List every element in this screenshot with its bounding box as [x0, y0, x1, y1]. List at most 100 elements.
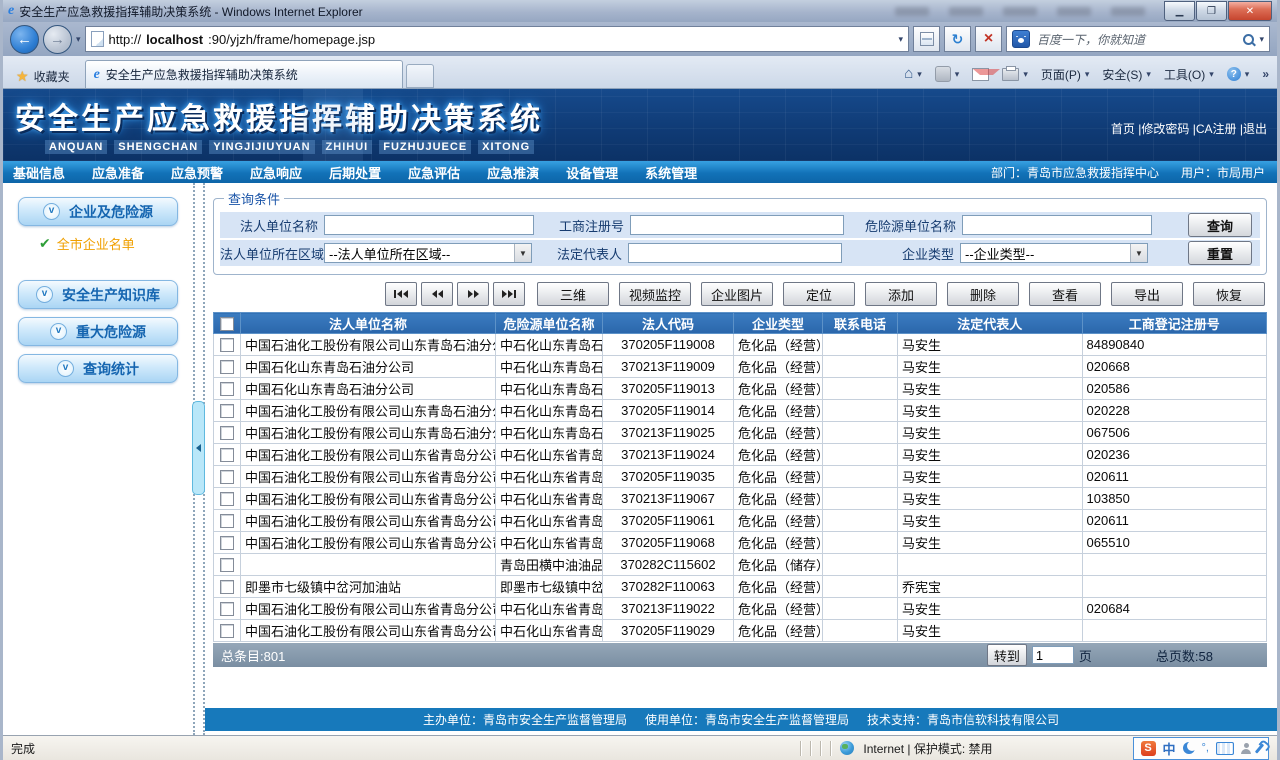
row-checkbox[interactable]: [220, 514, 234, 529]
url-dropdown-icon[interactable]: ▾: [898, 34, 903, 45]
page-number-input[interactable]: [1031, 646, 1074, 664]
feeds-button[interactable]: ▾: [934, 66, 959, 82]
sidebar-item-city-enterprise-list[interactable]: ✔ 全市企业名单: [39, 234, 193, 253]
close-button[interactable]: ✕: [1228, 1, 1272, 21]
table-row: 中国石油化工股份有限公司山东省青岛分公司 中石化山东省青岛分公司第22站 370…: [213, 597, 1267, 620]
reset-button[interactable]: 重置: [1188, 241, 1252, 265]
main-menu-item[interactable]: 后期处置: [329, 163, 381, 182]
pager-next-button[interactable]: [457, 282, 489, 306]
select-all-checkbox[interactable]: [220, 316, 234, 331]
pager-prev-button[interactable]: [421, 282, 453, 306]
print-button[interactable]: ▾: [1002, 65, 1028, 81]
footer-text: 技术支持：青岛市信软科技有限公司: [867, 713, 1060, 727]
ime-mode-toggle[interactable]: 中: [1163, 739, 1176, 758]
action-button[interactable]: 视频监控: [619, 282, 691, 306]
cell-corp-code: 370205F119035: [602, 465, 734, 488]
refresh-button[interactable]: ↻: [944, 26, 971, 52]
search-dropdown-icon[interactable]: ▾: [1259, 34, 1264, 45]
hazard-name-input[interactable]: [962, 215, 1152, 235]
action-button[interactable]: 企业图片: [701, 282, 773, 306]
row-checkbox[interactable]: [220, 338, 234, 353]
main-menu-item[interactable]: 应急准备: [92, 163, 144, 182]
ent-type-select[interactable]: --企业类型-- ▼: [960, 243, 1148, 263]
row-checkbox[interactable]: [220, 602, 234, 617]
action-button[interactable]: 定位: [783, 282, 855, 306]
header-link[interactable]: 退出: [1237, 120, 1267, 137]
fullwidth-toggle-icon[interactable]: [1182, 741, 1197, 754]
home-button[interactable]: ⌂ ▾: [904, 66, 922, 81]
row-checkbox[interactable]: [220, 382, 234, 397]
main-menu-item[interactable]: 基础信息: [13, 163, 65, 182]
safety-menu[interactable]: 安全(S) ▾: [1102, 66, 1151, 83]
region-select[interactable]: --法人单位所在区域-- ▼: [324, 243, 532, 263]
row-checkbox[interactable]: [220, 404, 234, 419]
sidebar-collapse-handle[interactable]: [192, 401, 205, 495]
reg-no-input[interactable]: [630, 215, 844, 235]
header-link[interactable]: 修改密码: [1135, 120, 1189, 137]
active-tab[interactable]: e 安全生产应急救援指挥辅助决策系统: [84, 60, 403, 88]
sidebar-group[interactable]: 查询统计: [18, 354, 178, 383]
main-menu-item[interactable]: 设备管理: [566, 163, 618, 182]
action-button[interactable]: 导出: [1111, 282, 1183, 306]
action-button[interactable]: 添加: [865, 282, 937, 306]
row-checkbox[interactable]: [220, 536, 234, 551]
new-tab-button[interactable]: [405, 64, 434, 88]
total-pages-label: 总页数:58: [1155, 648, 1213, 664]
restore-button[interactable]: ❐: [1196, 1, 1227, 21]
search-button[interactable]: 查询: [1188, 213, 1252, 237]
ime-account-icon[interactable]: [1241, 742, 1251, 754]
sidebar-group-enterprise-hazard[interactable]: 企业及危险源: [18, 197, 178, 226]
action-button[interactable]: 删除: [947, 282, 1019, 306]
soft-keyboard-icon[interactable]: [1216, 741, 1234, 755]
action-button[interactable]: 查看: [1029, 282, 1101, 306]
ime-settings-icon[interactable]: [1254, 742, 1265, 754]
cell-phone: [822, 619, 898, 642]
search-box[interactable]: ▾: [1006, 26, 1270, 52]
page-menu[interactable]: 页面(P) ▾: [1041, 66, 1090, 83]
history-dropdown-icon[interactable]: ▾: [76, 34, 81, 45]
tools-menu[interactable]: 工具(O) ▾: [1164, 66, 1214, 83]
stop-button[interactable]: ×: [975, 26, 1002, 52]
row-checkbox[interactable]: [220, 624, 234, 639]
row-checkbox[interactable]: [220, 492, 234, 507]
main-menu-item[interactable]: 应急响应: [250, 163, 302, 182]
sidebar-group[interactable]: 安全生产知识库: [18, 280, 178, 309]
favorites-button[interactable]: ★ 收藏夹: [7, 64, 79, 88]
sidebar-group[interactable]: 重大危险源: [18, 317, 178, 346]
action-button[interactable]: 三维: [537, 282, 609, 306]
goto-page-button[interactable]: 转到: [986, 644, 1027, 666]
row-checkbox[interactable]: [220, 426, 234, 441]
sogou-icon[interactable]: S: [1140, 740, 1156, 756]
pager-last-button[interactable]: [493, 282, 525, 306]
forward-button[interactable]: →: [43, 24, 72, 54]
header-link[interactable]: CA注册: [1189, 120, 1237, 137]
header-link[interactable]: 首页: [1111, 120, 1135, 137]
help-menu[interactable]: ? ▾: [1226, 67, 1249, 81]
main-menu-item[interactable]: 应急推演: [487, 163, 539, 182]
back-button[interactable]: ←: [10, 24, 39, 54]
hazard-name-label: 危险源单位名称: [864, 218, 956, 234]
cell-corp-name: 中国石油化工股份有限公司山东青岛石油分公司: [240, 421, 496, 444]
search-icon[interactable]: [1243, 33, 1255, 45]
table-row: 中国石油化工股份有限公司山东省青岛分公司 中石化山东省青岛分公司61站 3702…: [213, 509, 1267, 532]
legal-rep-input[interactable]: [628, 243, 842, 263]
search-input[interactable]: [1035, 31, 1239, 47]
toolbar-overflow-button[interactable]: »: [1262, 67, 1269, 81]
action-button[interactable]: 恢复: [1193, 282, 1265, 306]
punctuation-toggle[interactable]: °,: [1202, 742, 1209, 754]
pager-first-button[interactable]: [385, 282, 417, 306]
row-checkbox[interactable]: [220, 558, 234, 573]
minimize-button[interactable]: ▁: [1164, 1, 1195, 21]
row-checkbox[interactable]: [220, 360, 234, 375]
main-menu-item[interactable]: 应急评估: [408, 163, 460, 182]
row-checkbox[interactable]: [220, 580, 234, 595]
address-input[interactable]: http://localhost:90/yjzh/frame/homepage.…: [84, 26, 909, 52]
cell-corp-code: 370205F119013: [602, 377, 734, 400]
row-checkbox[interactable]: [220, 470, 234, 485]
main-menu-item[interactable]: 系统管理: [645, 163, 697, 182]
main-menu-item[interactable]: 应急预警: [171, 163, 223, 182]
mail-button[interactable]: [972, 67, 1001, 81]
corp-name-input[interactable]: [324, 215, 534, 235]
compatibility-view-button[interactable]: [913, 26, 940, 52]
row-checkbox[interactable]: [220, 448, 234, 463]
